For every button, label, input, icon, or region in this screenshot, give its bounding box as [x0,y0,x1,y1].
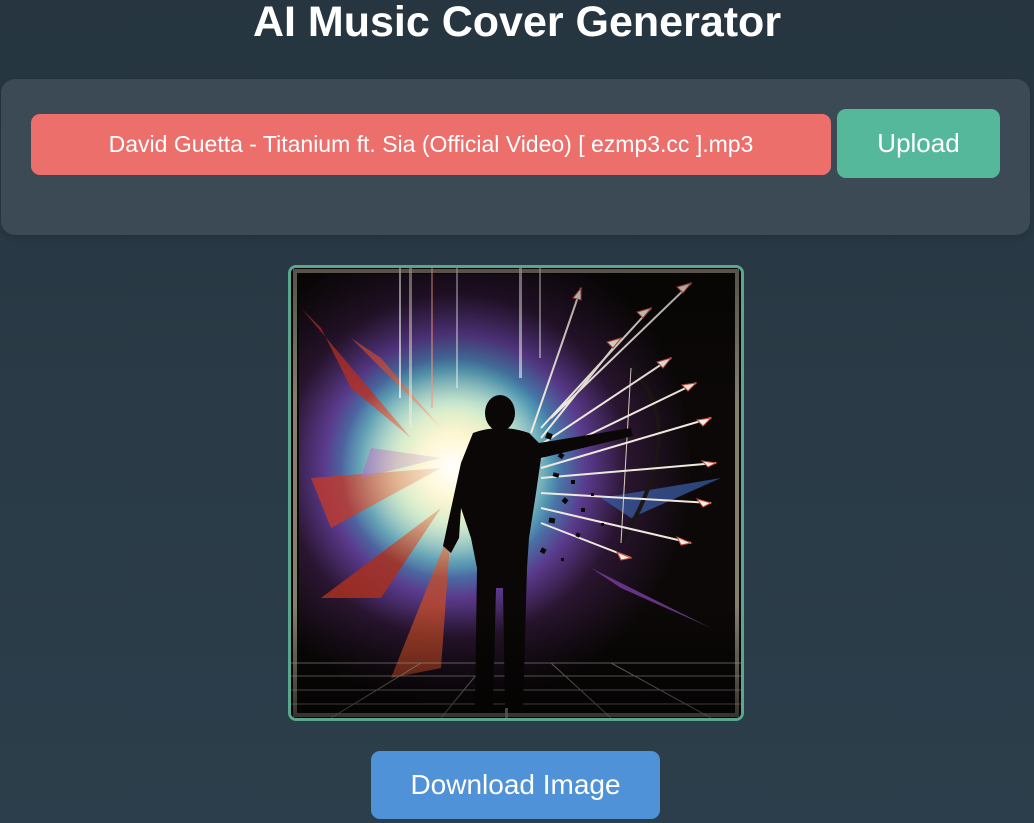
file-input[interactable]: David Guetta - Titanium ft. Sia (Officia… [31,114,831,175]
generated-cover-image [288,265,744,721]
cover-art-illustration [291,268,741,718]
page-title: AI Music Cover Generator [252,0,782,46]
upload-button[interactable]: Upload [837,109,1000,178]
download-image-button[interactable]: Download Image [371,751,660,819]
